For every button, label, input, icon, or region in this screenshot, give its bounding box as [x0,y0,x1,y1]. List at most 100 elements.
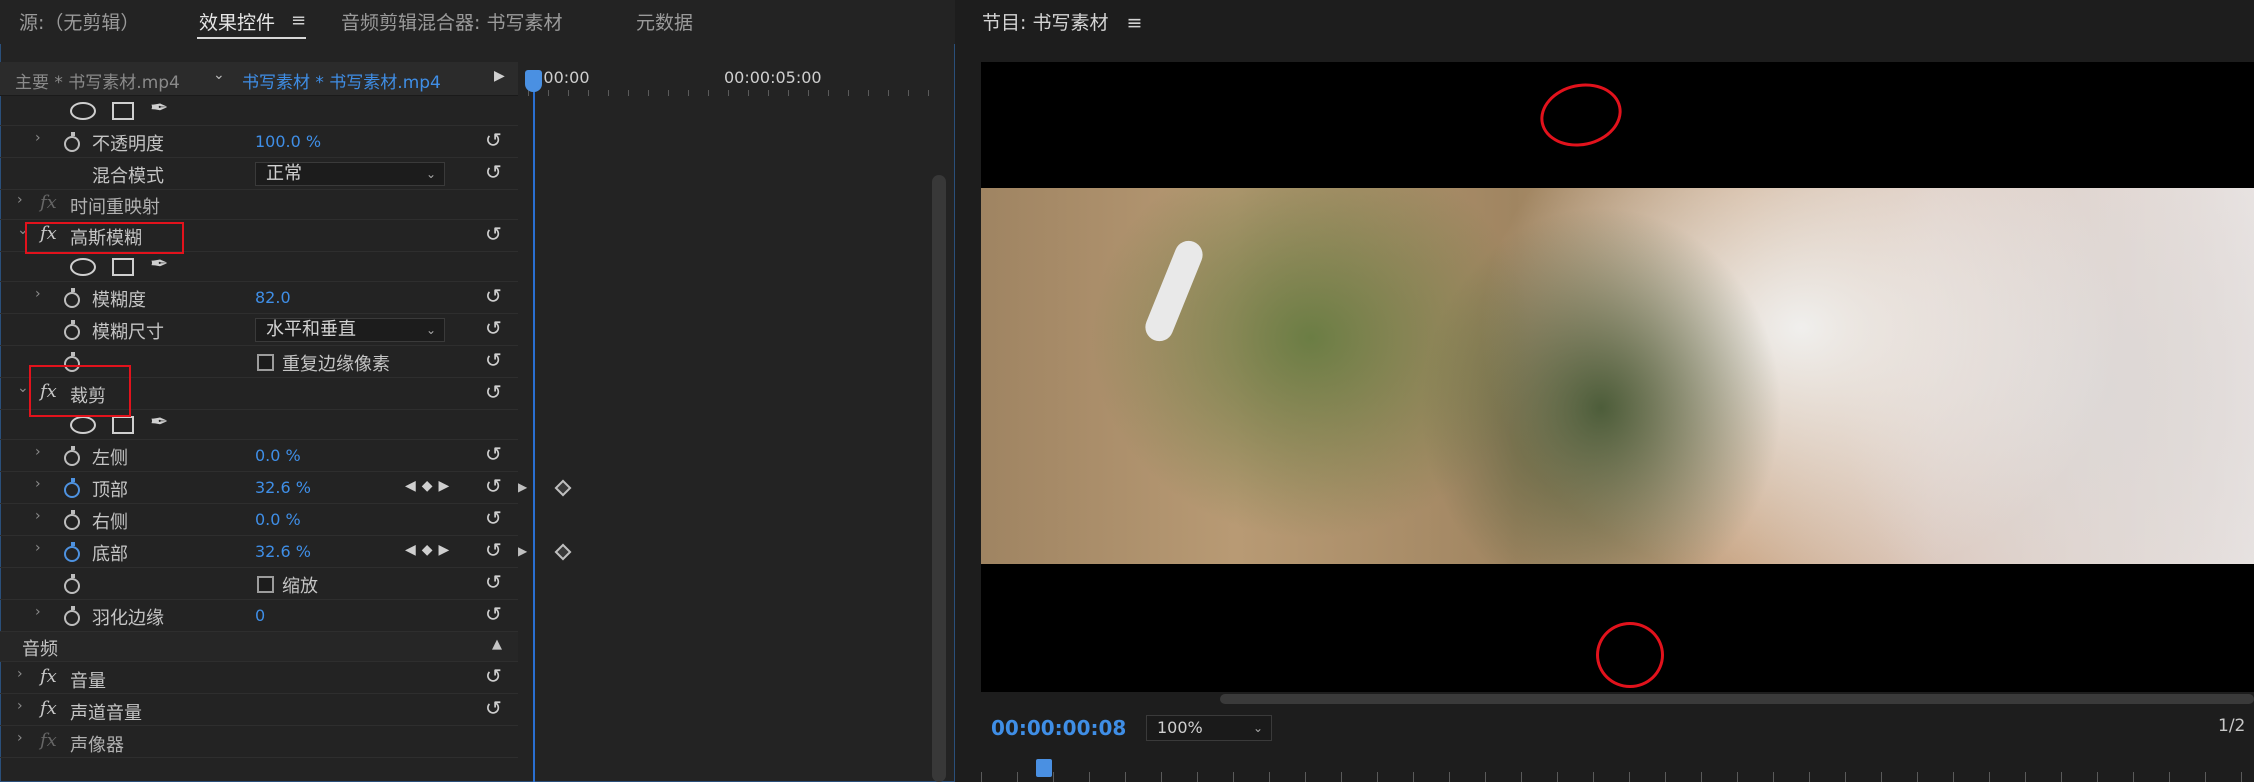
repeat-edge-checkbox[interactable] [257,354,274,371]
panel-menu-icon[interactable]: ≡ [1127,12,1143,34]
reset-icon[interactable]: ↺ [485,664,502,688]
fx-icon[interactable]: fx [40,730,57,751]
pen-mask-icon[interactable]: ✒ [150,252,168,277]
chevron-down-icon: ⌄ [425,323,436,337]
stopwatch-icon[interactable] [64,320,80,340]
reset-icon[interactable]: ↺ [485,506,502,530]
zoom-checkbox[interactable] [257,576,274,593]
program-playhead-handle[interactable] [1036,759,1052,777]
fx-icon[interactable]: fx [40,698,57,719]
select-value: 正常 [266,163,302,184]
property-row-blend-mode: 混合模式 正常 ⌄ ↺ [0,158,518,190]
stopwatch-active-icon[interactable] [64,478,80,498]
reset-icon[interactable]: ↺ [485,538,502,562]
pen-mask-icon[interactable]: ✒ [150,410,168,435]
reset-icon[interactable]: ↺ [485,602,502,626]
reset-icon[interactable]: ↺ [485,284,502,308]
property-value[interactable]: 0 [255,606,265,625]
keyframe-navigator[interactable]: ◀◆▶ [405,542,455,558]
chevron-right-icon[interactable]: › [35,540,41,556]
playhead-timecode[interactable]: 00:00:00:08 [991,716,1126,740]
collapse-triangle-icon[interactable]: ▲ [492,637,502,652]
reset-icon[interactable]: ↺ [485,160,502,184]
property-value[interactable]: 32.6 % [255,478,311,497]
reset-icon[interactable]: ↺ [485,348,502,372]
program-monitor-title[interactable]: 节目: 书写素材 ≡ [982,8,1142,35]
program-time-ruler[interactable] [981,748,2254,782]
horizontal-scrollbar[interactable] [1220,694,2254,704]
select-value: 100% [1157,718,1203,737]
chevron-right-icon[interactable]: › [17,698,23,714]
chevron-right-icon[interactable]: › [17,730,23,746]
chevron-down-icon: ⌄ [425,167,436,181]
ellipse-mask-icon[interactable] [70,258,96,276]
chevron-right-icon[interactable]: › [17,192,23,208]
reset-icon[interactable]: ↺ [485,222,502,246]
chevron-right-icon[interactable]: › [35,604,41,620]
stopwatch-icon[interactable] [64,510,80,530]
blur-dimensions-select[interactable]: 水平和垂直 ⌄ [255,318,445,342]
rectangle-mask-icon[interactable] [112,258,134,276]
reset-icon[interactable]: ↺ [485,696,502,720]
property-row-right: › 右侧 0.0 % ↺ [0,504,518,536]
stopwatch-icon[interactable] [64,574,80,594]
rectangle-mask-icon[interactable] [112,416,134,434]
property-value[interactable]: 100.0 % [255,132,321,151]
reset-icon[interactable]: ↺ [485,442,502,466]
panel-menu-icon[interactable]: ≡ [291,10,306,31]
effect-label: 声道音量 [70,703,142,724]
property-label: 模糊度 [92,290,146,311]
tab-source[interactable]: 源:（无剪辑） [19,8,139,35]
stopwatch-icon[interactable] [64,606,80,626]
reset-icon[interactable]: ↺ [485,128,502,152]
annotation-circle-bottom [1596,622,1664,688]
playback-resolution[interactable]: 1/2 [2218,716,2245,736]
chevron-right-icon[interactable]: › [35,130,41,146]
stopwatch-icon[interactable] [64,288,80,308]
reset-icon[interactable]: ↺ [485,316,502,340]
stopwatch-icon[interactable] [64,446,80,466]
effect-label: 声像器 [70,735,124,756]
chevron-right-icon[interactable]: › [35,476,41,492]
ruler-ticks [528,90,938,96]
tab-metadata[interactable]: 元数据 [636,8,693,35]
tab-effect-controls[interactable]: 效果控件 [199,8,275,35]
property-value[interactable]: 0.0 % [255,510,301,529]
mask-tools-row: ✒ [0,96,518,126]
chevron-right-icon[interactable]: › [35,444,41,460]
fx-icon[interactable]: fx [40,666,57,687]
vertical-scrollbar[interactable] [932,175,946,782]
ellipse-mask-icon[interactable] [70,416,96,434]
reset-icon[interactable]: ↺ [485,474,502,498]
tab-audio-clip-mixer[interactable]: 音频剪辑混合器: 书写素材 [341,8,562,35]
chevron-down-icon[interactable]: ⌄ [17,380,29,396]
stopwatch-active-icon[interactable] [64,542,80,562]
keyframe-arrow-icon: ▶ [518,480,528,494]
keyframe-navigator[interactable]: ◀◆▶ [405,478,455,494]
blend-mode-select[interactable]: 正常 ⌄ [255,162,445,186]
rectangle-mask-icon[interactable] [112,102,134,120]
property-value[interactable]: 82.0 [255,288,291,307]
mini-timeline-ruler[interactable]: :00:00 00:00:05:00 [518,62,938,96]
chevron-right-icon[interactable]: › [35,508,41,524]
zoom-level-select[interactable]: 100% ⌄ [1146,715,1272,741]
reset-icon[interactable]: ↺ [485,380,502,404]
fx-icon[interactable]: fx [40,192,57,213]
chevron-down-icon[interactable]: ⌄ [213,67,225,83]
playhead-handle[interactable] [525,70,542,92]
play-triangle-icon[interactable]: ▶ [494,68,505,84]
playhead-line [533,72,535,782]
program-title-text: 节目: 书写素材 [982,12,1109,34]
pen-mask-icon[interactable]: ✒ [150,96,168,121]
property-value[interactable]: 0.0 % [255,446,301,465]
stopwatch-icon[interactable] [64,132,80,152]
chevron-right-icon[interactable]: › [35,286,41,302]
sequence-clip-label[interactable]: 书写素材 * 书写素材.mp4 [242,68,441,93]
property-label: 顶部 [92,480,128,501]
ellipse-mask-icon[interactable] [70,102,96,120]
property-value[interactable]: 32.6 % [255,542,311,561]
property-row-zoom: 缩放 ↺ [0,568,518,600]
chevron-right-icon[interactable]: › [17,666,23,682]
reset-icon[interactable]: ↺ [485,570,502,594]
master-clip-label[interactable]: 主要 * 书写素材.mp4 [15,68,180,93]
